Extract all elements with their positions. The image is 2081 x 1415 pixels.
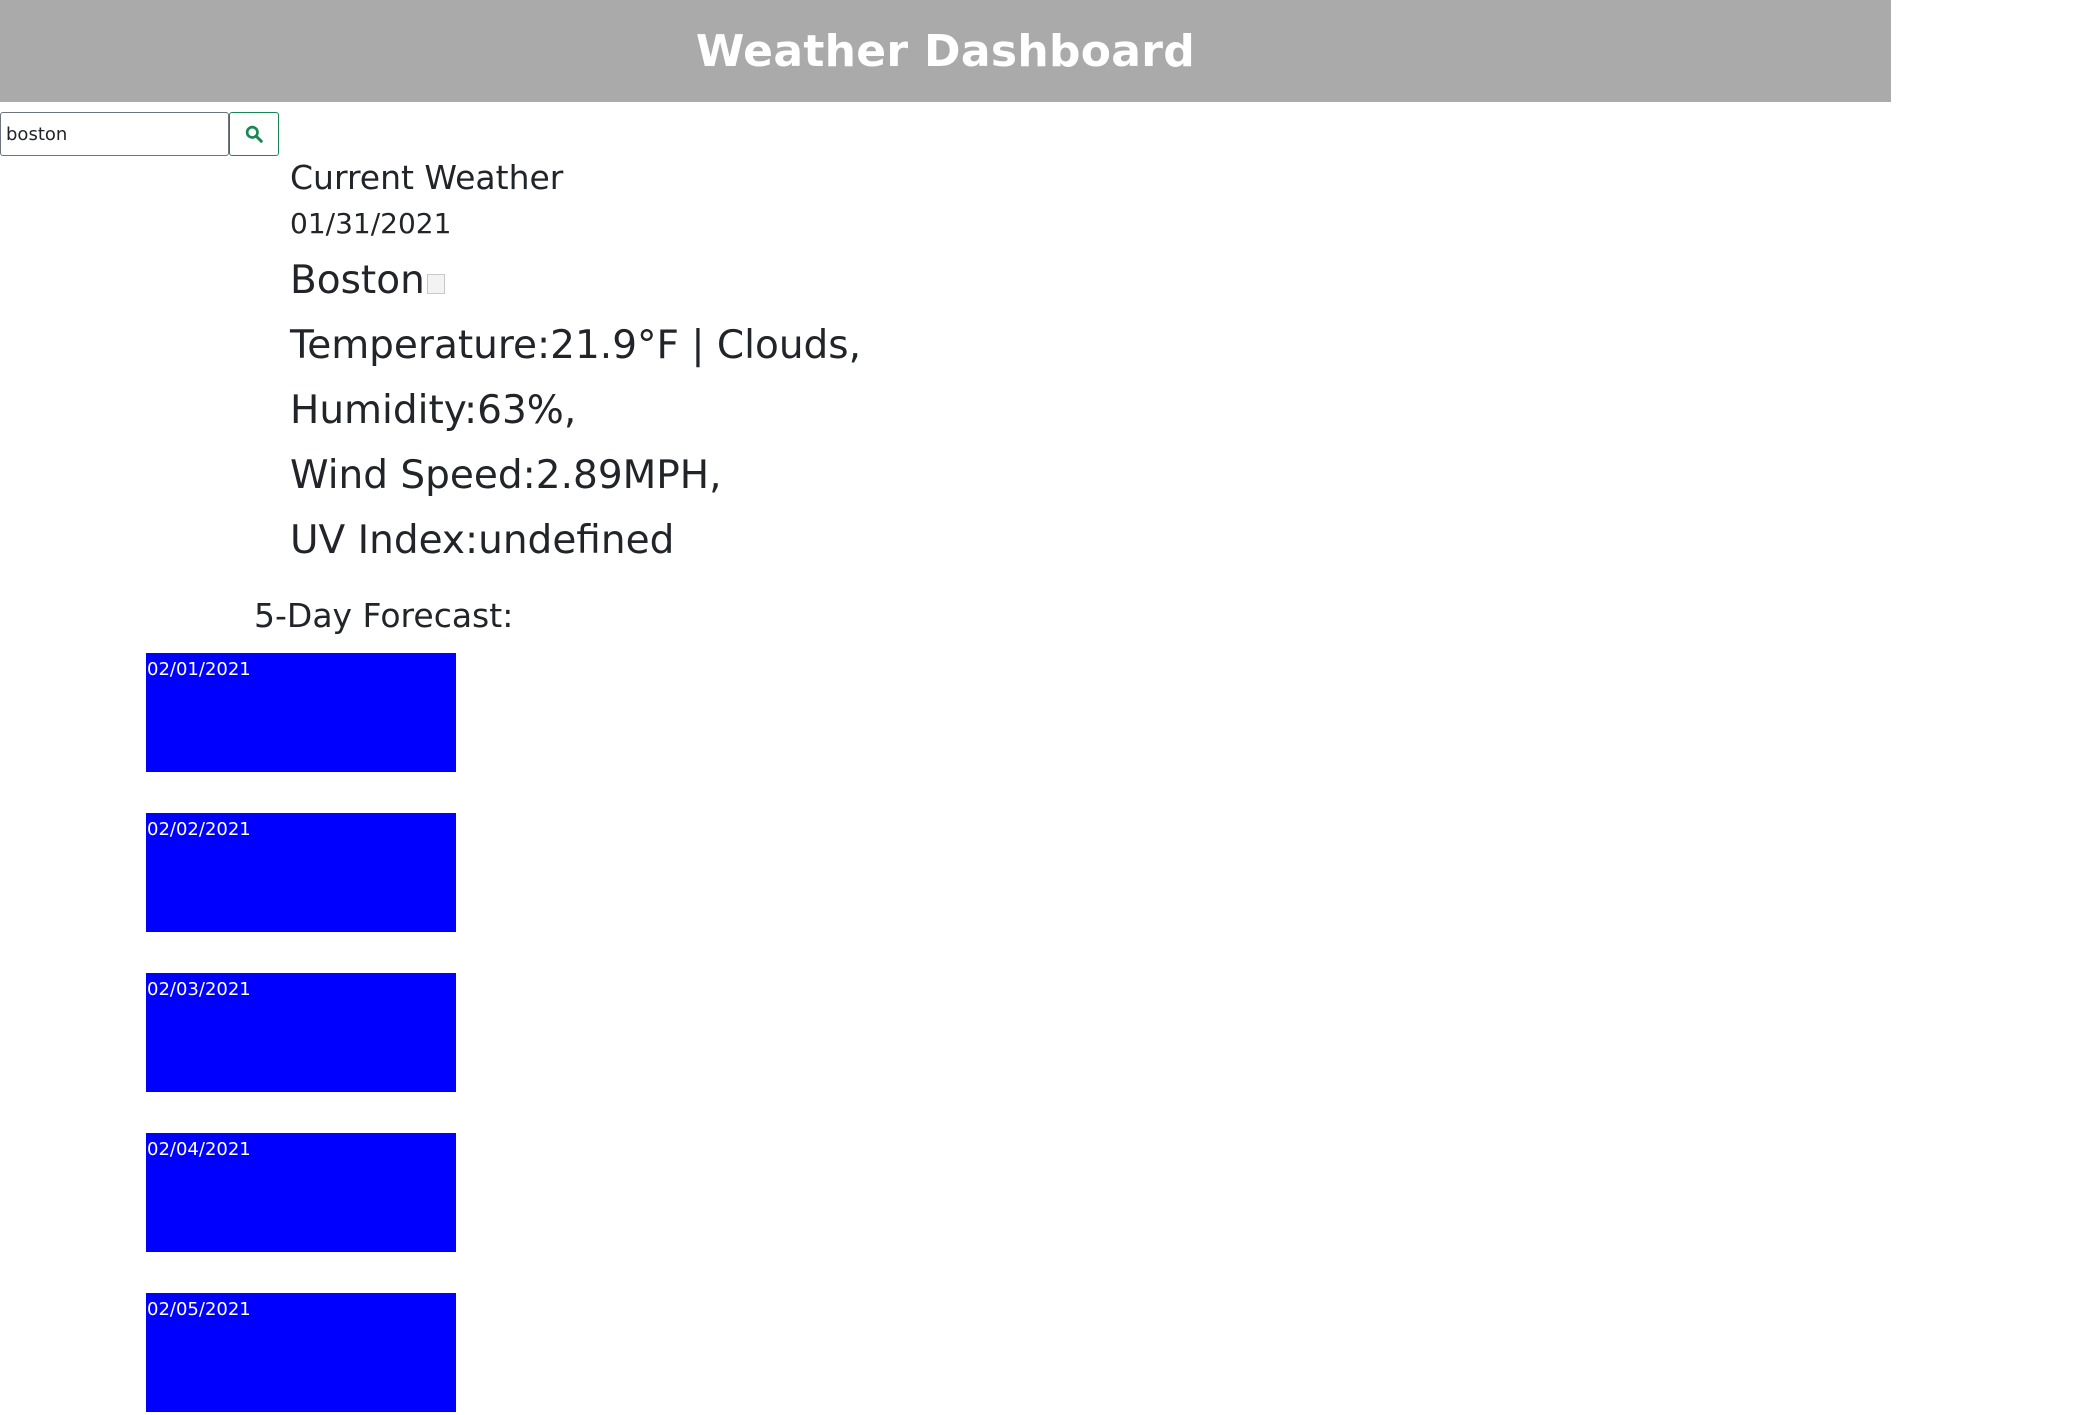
forecast-date: 02/02/2021 (147, 819, 251, 840)
city-name: Boston (290, 258, 425, 303)
page-header: Weather Dashboard (0, 0, 1891, 102)
weather-icon (426, 274, 445, 294)
forecast-heading: 5-Day Forecast: (254, 596, 514, 635)
forecast-card: 02/05/2021 (146, 1293, 456, 1412)
page-title: Weather Dashboard (695, 25, 1196, 77)
forecast-date: 02/03/2021 (147, 979, 251, 1000)
humidity-text: Humidity:63%, (290, 388, 577, 433)
search-icon (245, 125, 263, 143)
forecast-date: 02/05/2021 (147, 1299, 251, 1320)
current-date: 01/31/2021 (290, 207, 452, 240)
search-button[interactable] (229, 112, 279, 156)
forecast-date: 02/01/2021 (147, 659, 251, 680)
forecast-card: 02/04/2021 (146, 1133, 456, 1252)
uv-index-text: UV Index:undefined (290, 518, 675, 563)
city-search-input[interactable] (0, 112, 229, 156)
forecast-card: 02/01/2021 (146, 653, 456, 772)
current-city-heading: Boston (290, 250, 445, 312)
wind-speed-text: Wind Speed:2.89MPH, (290, 453, 722, 498)
forecast-card: 02/02/2021 (146, 813, 456, 932)
forecast-date: 02/04/2021 (147, 1139, 251, 1160)
forecast-card: 02/03/2021 (146, 973, 456, 1092)
current-weather-title: Current Weather (290, 158, 564, 197)
temperature-text: Temperature:21.9°F | Clouds, (290, 323, 862, 368)
